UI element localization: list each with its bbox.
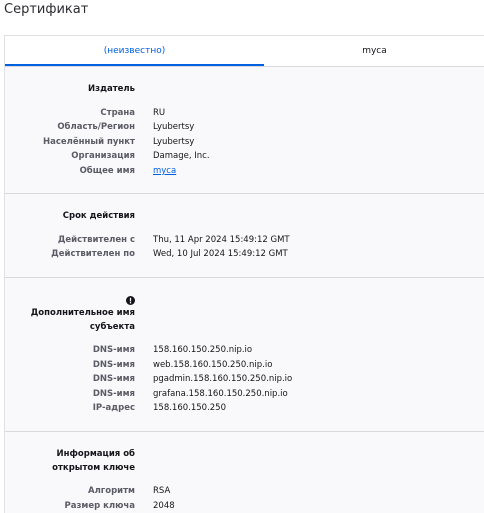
active-tab-indicator bbox=[5, 64, 264, 66]
san-ip-label: IP-адрес bbox=[92, 403, 135, 413]
section-divider bbox=[5, 431, 484, 432]
issuer-locality-value: Lyubertsy bbox=[153, 137, 195, 147]
san-heading-line2: субъекта bbox=[89, 322, 135, 332]
valid-from-label: Действителен с bbox=[57, 235, 135, 245]
issuer-organization-label: Организация bbox=[71, 151, 135, 161]
san-dns-label-4: DNS-имя bbox=[92, 389, 135, 399]
valid-to-value: Wed, 10 Jul 2024 15:49:12 GMT bbox=[153, 249, 288, 259]
section-divider bbox=[5, 277, 484, 278]
tab-unknown[interactable]: (неизвестно) bbox=[5, 36, 264, 66]
page-title: Сертификат bbox=[4, 2, 89, 17]
certificate-tabs: (неизвестно) myca bbox=[5, 35, 484, 67]
public-key-heading-line1: Информация об bbox=[56, 449, 135, 459]
issuer-region-label: Область/Регион bbox=[57, 122, 135, 132]
san-dns-label-2: DNS-имя bbox=[92, 360, 135, 370]
san-dns-label-3: DNS-имя bbox=[92, 374, 135, 384]
tab-myca[interactable]: myca bbox=[264, 36, 484, 66]
san-dns-value-1: 158.160.150.250.nip.io bbox=[153, 345, 253, 355]
section-divider bbox=[5, 193, 484, 194]
validity-heading: Срок действия bbox=[62, 211, 135, 221]
issuer-locality-label: Населённый пункт bbox=[43, 137, 135, 147]
san-dns-value-4: grafana.158.160.150.250.nip.io bbox=[153, 389, 288, 399]
issuer-organization-value: Damage, Inc. bbox=[153, 151, 210, 161]
san-ip-value: 158.160.150.250 bbox=[153, 403, 227, 413]
valid-from-value: Thu, 11 Apr 2024 15:49:12 GMT bbox=[153, 235, 290, 245]
san-heading-line1: Дополнительное имя bbox=[30, 308, 135, 318]
certificate-panel: (неизвестно) myca Издатель Страна RU Обл… bbox=[4, 35, 484, 513]
issuer-country-value: RU bbox=[153, 108, 166, 118]
valid-to-label: Действителен по bbox=[51, 249, 135, 259]
key-algorithm-label: Алгоритм bbox=[88, 486, 135, 496]
key-algorithm-value: RSA bbox=[153, 486, 171, 496]
san-dns-label-1: DNS-имя bbox=[92, 345, 135, 355]
warning-icon bbox=[126, 296, 135, 305]
key-size-value: 2048 bbox=[153, 501, 175, 511]
issuer-country-label: Страна bbox=[100, 108, 135, 118]
issuer-heading: Издатель bbox=[88, 84, 135, 94]
issuer-region-value: Lyubertsy bbox=[153, 122, 195, 132]
san-dns-value-2: web.158.160.150.250.nip.io bbox=[153, 360, 273, 370]
key-size-label: Размер ключа bbox=[64, 501, 136, 511]
issuer-common-name-label: Общее имя bbox=[79, 166, 135, 176]
public-key-heading-line2: открытом ключе bbox=[52, 463, 135, 473]
san-dns-value-3: pgadmin.158.160.150.250.nip.io bbox=[153, 374, 293, 384]
issuer-common-name-link[interactable]: myca bbox=[153, 165, 176, 177]
